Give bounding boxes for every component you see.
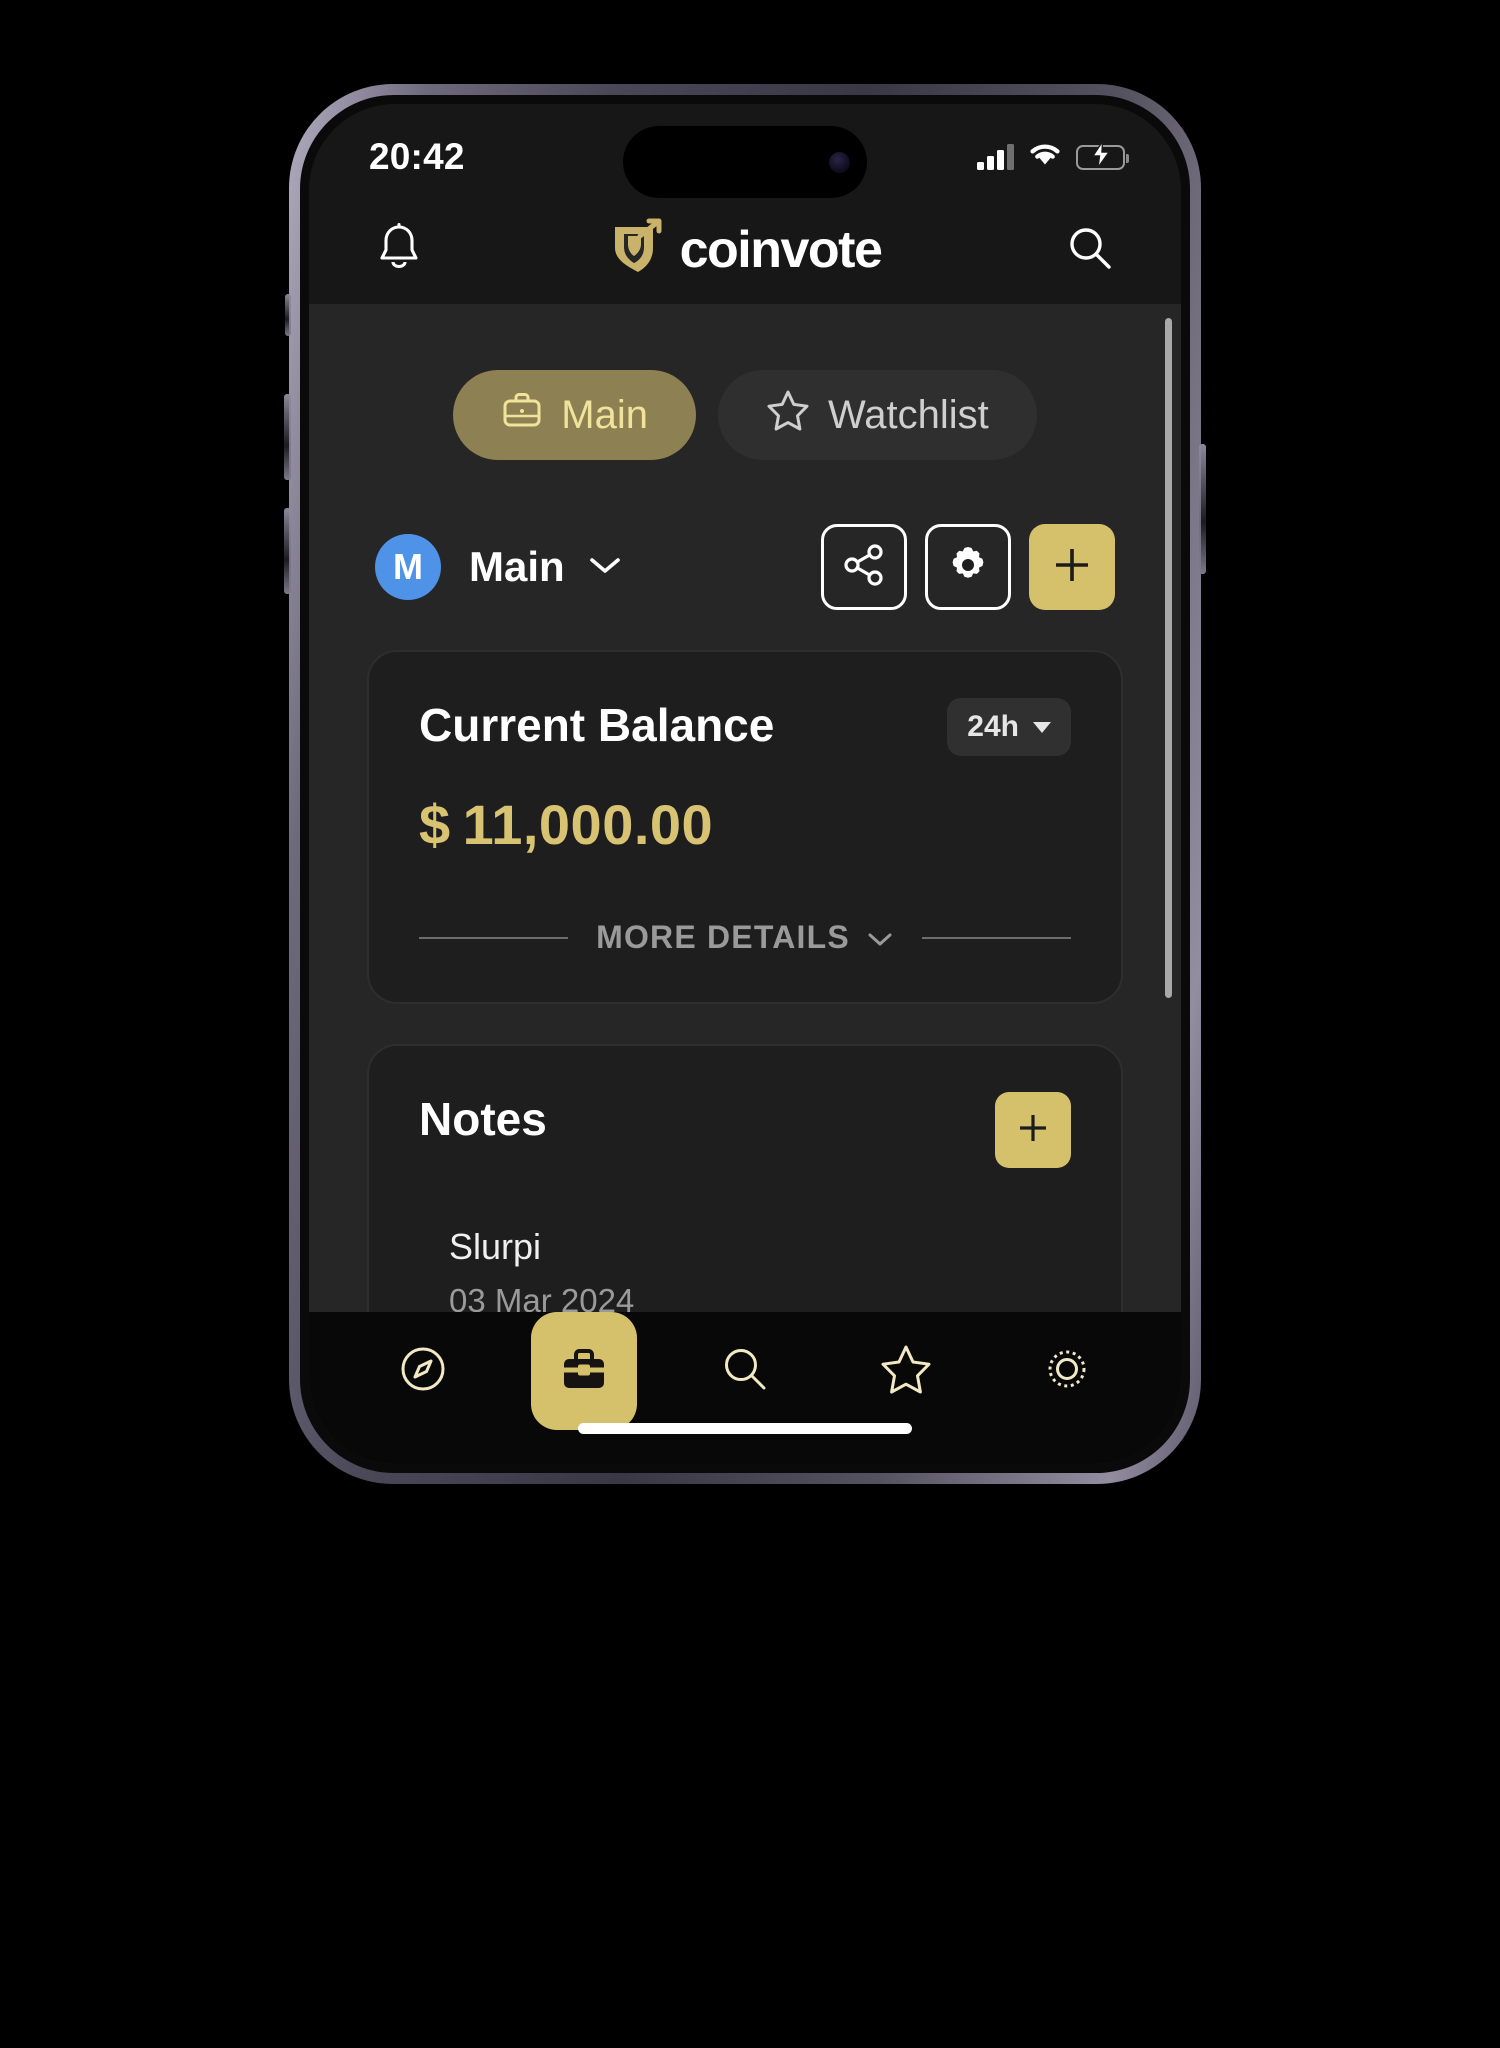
portfolio-actions bbox=[821, 524, 1115, 610]
caret-down-icon bbox=[1033, 721, 1051, 733]
tab-main-label: Main bbox=[561, 392, 648, 437]
nav-explore[interactable] bbox=[370, 1312, 476, 1430]
briefcase-icon bbox=[557, 1342, 611, 1401]
power-button[interactable] bbox=[1199, 444, 1206, 574]
tab-watchlist[interactable]: Watchlist bbox=[717, 370, 1037, 460]
balance-title: Current Balance bbox=[419, 699, 775, 751]
nav-portfolio[interactable] bbox=[531, 1312, 638, 1430]
volume-up-button[interactable] bbox=[284, 394, 291, 480]
main-content: Main Watchlist M Main Current Balance 24… bbox=[309, 304, 1181, 1464]
nav-settings[interactable] bbox=[1014, 1312, 1120, 1430]
status-icons bbox=[977, 127, 1129, 173]
balance-value: 11,000.00 bbox=[462, 793, 714, 856]
avatar[interactable]: M bbox=[375, 534, 441, 600]
cellular-bars-icon bbox=[977, 144, 1014, 170]
currency-symbol: $ bbox=[419, 793, 451, 856]
plus-icon bbox=[1013, 1108, 1053, 1153]
plus-icon bbox=[1049, 542, 1095, 593]
note-title: Slurpi bbox=[449, 1226, 542, 1267]
chevron-down-icon bbox=[866, 919, 894, 956]
screenshot-stage: 20:42 coinvote Main Watchlist M Main Cur… bbox=[0, 0, 1500, 2048]
scrollbar[interactable] bbox=[1165, 318, 1172, 998]
tab-watchlist-label: Watchlist bbox=[827, 392, 989, 437]
more-details-toggle[interactable]: MORE DETAILS bbox=[419, 919, 1071, 956]
coinvote-shield-icon bbox=[607, 217, 669, 284]
nav-search[interactable] bbox=[692, 1312, 798, 1430]
battery-charging-icon bbox=[1076, 138, 1129, 170]
settings-button[interactable] bbox=[925, 524, 1011, 610]
front-camera-icon bbox=[829, 151, 850, 173]
phone-bezel: 20:42 coinvote Main Watchlist M Main Cur… bbox=[300, 95, 1190, 1473]
briefcase-icon bbox=[501, 389, 543, 441]
more-details-label-wrap: MORE DETAILS bbox=[596, 919, 894, 956]
scrollbar-thumb[interactable] bbox=[1165, 318, 1172, 998]
portfolio-name[interactable]: Main bbox=[469, 543, 565, 591]
divider-left bbox=[419, 936, 569, 939]
silence-switch[interactable] bbox=[285, 294, 291, 336]
home-indicator bbox=[578, 1423, 912, 1434]
app-header: coinvote bbox=[309, 196, 1181, 304]
star-icon bbox=[879, 1342, 933, 1401]
dynamic-island bbox=[623, 126, 867, 198]
balance-card-header: Current Balance 24h bbox=[419, 698, 1071, 756]
phone-frame: 20:42 coinvote Main Watchlist M Main Cur… bbox=[284, 84, 1206, 1484]
status-time: 20:42 bbox=[369, 136, 465, 177]
wifi-icon bbox=[1027, 141, 1063, 173]
volume-down-button[interactable] bbox=[284, 508, 291, 594]
balance-amount: $11,000.00 bbox=[419, 792, 1071, 857]
bottom-navigation bbox=[309, 1312, 1181, 1464]
star-icon bbox=[766, 388, 810, 442]
portfolio-tabs: Main Watchlist bbox=[309, 304, 1181, 460]
more-details-label: MORE DETAILS bbox=[596, 919, 850, 955]
bell-icon[interactable] bbox=[375, 222, 423, 279]
coinvote-logo: coinvote bbox=[607, 217, 883, 284]
nav-watchlist[interactable] bbox=[853, 1312, 959, 1430]
tab-main[interactable]: Main bbox=[453, 370, 696, 460]
gear-icon bbox=[1041, 1343, 1093, 1400]
add-transaction-button[interactable] bbox=[1029, 524, 1115, 610]
search-icon[interactable] bbox=[1065, 223, 1115, 278]
add-note-button[interactable] bbox=[995, 1092, 1071, 1168]
divider-right bbox=[921, 936, 1071, 939]
share-button[interactable] bbox=[821, 524, 907, 610]
current-balance-card: Current Balance 24h $11,000.00 MORE DETA… bbox=[367, 650, 1123, 1004]
share-icon bbox=[841, 542, 887, 593]
phone-screen: 20:42 coinvote Main Watchlist M Main Cur… bbox=[309, 104, 1181, 1464]
status-bar: 20:42 bbox=[309, 104, 1181, 198]
chevron-down-icon[interactable] bbox=[587, 553, 623, 582]
timeframe-label: 24h bbox=[967, 710, 1019, 743]
timeframe-selector[interactable]: 24h bbox=[947, 698, 1071, 756]
notes-card-header: Notes bbox=[419, 1092, 1071, 1168]
search-icon bbox=[719, 1343, 771, 1400]
notes-title: Notes bbox=[419, 1093, 547, 1145]
portfolio-selector-row: M Main bbox=[309, 460, 1181, 610]
compass-icon bbox=[397, 1343, 449, 1400]
gear-icon bbox=[946, 543, 990, 592]
logo-text: coinvote bbox=[679, 221, 883, 279]
